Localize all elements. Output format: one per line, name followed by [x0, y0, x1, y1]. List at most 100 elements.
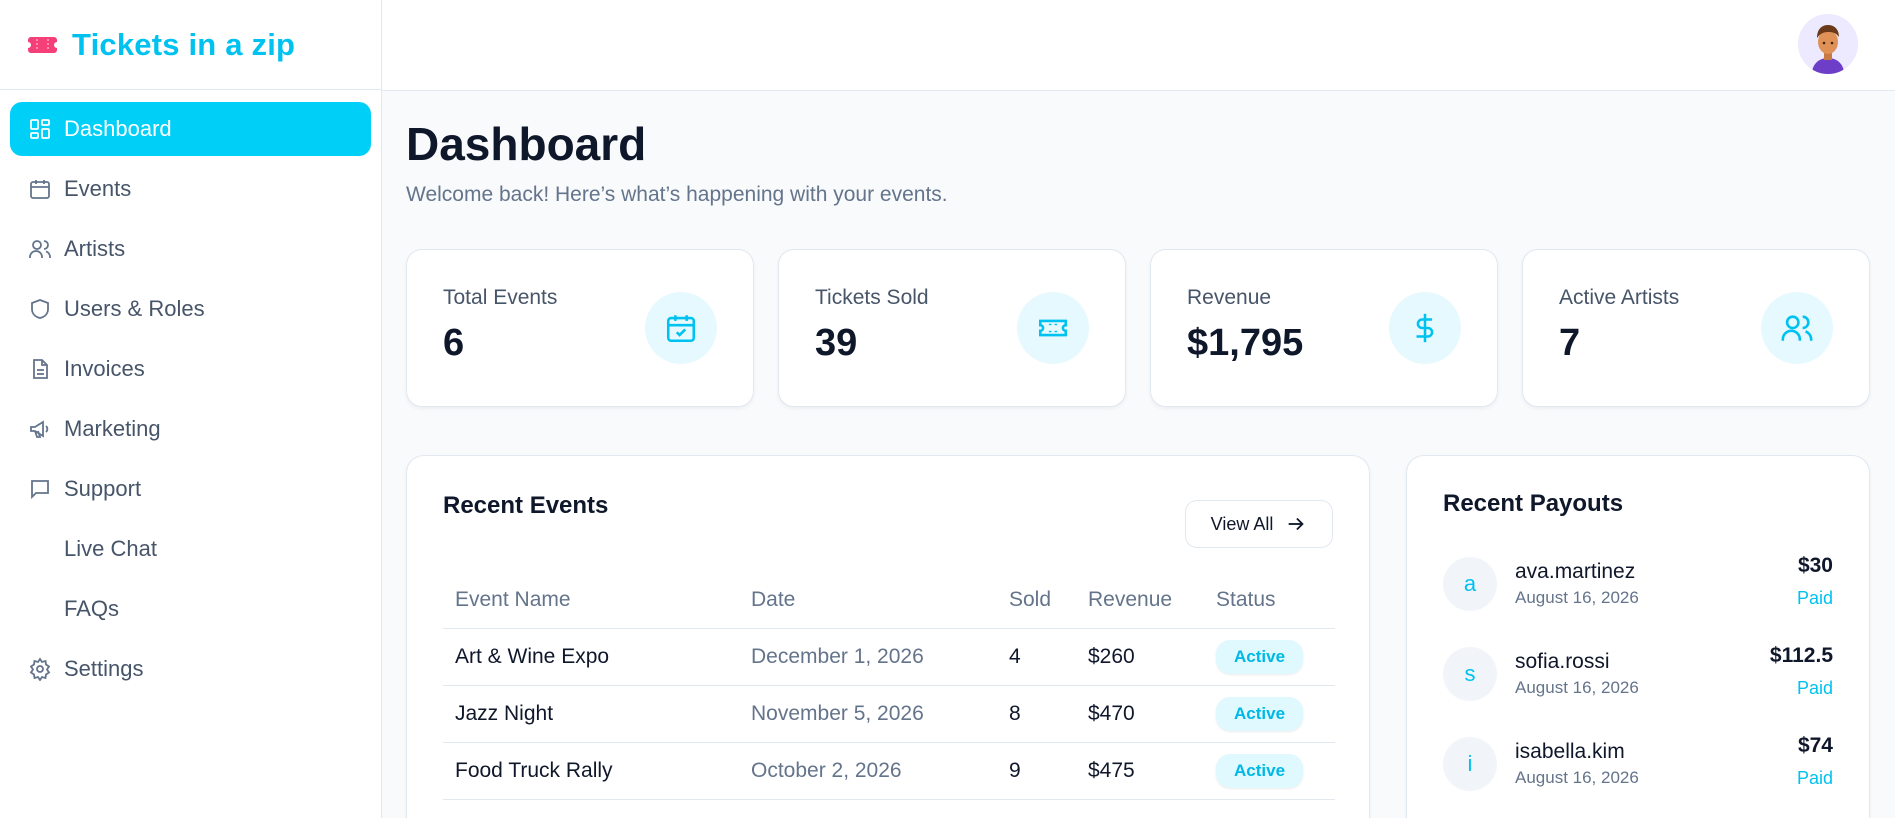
sidebar-item-users-roles[interactable]: Users & Roles — [10, 282, 371, 336]
arrow-right-icon — [1289, 517, 1305, 531]
sidebar-item-faqs[interactable]: FAQs — [10, 582, 371, 636]
sidebar-item-label: Events — [64, 176, 132, 201]
page-title: Dashboard — [406, 118, 647, 170]
event-date: December 1, 2026 — [739, 628, 997, 686]
payout-info: ava.martinez August 16, 2026 — [1515, 560, 1639, 608]
content-row: Recent Events View All Event Name Date S… — [406, 455, 1871, 818]
sidebar-item-settings[interactable]: Settings — [10, 642, 371, 696]
sidebar-item-invoices[interactable]: Invoices — [10, 342, 371, 396]
sidebar-item-artists[interactable]: Artists — [10, 222, 371, 276]
recent-payouts-panel: Recent Payouts a ava.martinez August 16,… — [1406, 455, 1870, 818]
gear-icon — [28, 657, 52, 681]
column-header: Date — [739, 572, 997, 629]
status-badge: Active — [1216, 753, 1304, 788]
event-status-cell: Active — [1204, 628, 1335, 686]
event-name: Food Truck Rally — [443, 742, 739, 800]
column-header: Sold — [997, 572, 1076, 629]
stat-card-revenue: Revenue $1,795 — [1150, 249, 1498, 407]
sidebar-item-label: Invoices — [64, 356, 145, 381]
payout-amount-group: $30 Paid — [1797, 554, 1833, 609]
sidebar-item-label: Users & Roles — [64, 296, 205, 321]
stats-row: Total Events 6 Tickets Sold 39 Revenue $… — [406, 249, 1871, 407]
view-all-label: View All — [1210, 513, 1274, 534]
column-header: Revenue — [1076, 572, 1204, 629]
event-date: October 2, 2026 — [739, 742, 997, 800]
event-sold: 8 — [997, 685, 1076, 743]
sidebar-nav: Dashboard Events Artists Users & Roles I… — [0, 90, 381, 714]
sidebar: Tickets in a zip Dashboard Events Artist… — [0, 0, 382, 818]
sidebar-item-label: FAQs — [64, 596, 120, 621]
shield-icon — [28, 297, 52, 321]
stat-card-total-events: Total Events 6 — [406, 249, 754, 407]
column-header: Event Name — [443, 572, 739, 629]
sidebar-item-label: Live Chat — [64, 536, 157, 561]
payout-status: Paid — [1796, 678, 1833, 698]
table-row[interactable]: Food Truck Rally October 2, 2026 9 $475 … — [443, 742, 1335, 800]
brand[interactable]: Tickets in a zip — [0, 0, 381, 90]
payout-name: isabella.kim — [1515, 740, 1625, 763]
status-badge: Active — [1216, 639, 1304, 674]
calendar-check-icon — [645, 292, 717, 364]
stat-card-tickets-sold: Tickets Sold 39 — [778, 249, 1126, 407]
event-sold: 4 — [997, 628, 1076, 686]
table-row[interactable]: Jazz Night November 5, 2026 8 $470 Activ… — [443, 685, 1335, 743]
stat-card-active-artists: Active Artists 7 — [1522, 249, 1870, 407]
avatar: i — [1443, 737, 1497, 791]
column-header: Status — [1204, 572, 1335, 629]
payout-date: August 16, 2026 — [1515, 678, 1639, 697]
calendar-icon — [28, 177, 52, 201]
payout-info: sofia.rossi August 16, 2026 — [1515, 650, 1639, 698]
event-status-cell: Active — [1204, 685, 1335, 743]
payout-date: August 16, 2026 — [1515, 768, 1639, 787]
payout-item[interactable]: s sofia.rossi August 16, 2026 $112.5 Pai… — [1443, 644, 1833, 704]
payout-item[interactable]: a ava.martinez August 16, 2026 $30 Paid — [1443, 554, 1833, 614]
event-status-cell: Active — [1204, 742, 1335, 800]
sidebar-item-label: Support — [64, 476, 142, 501]
event-name: Art & Wine Expo — [443, 628, 739, 686]
table-row[interactable]: Art & Wine Expo December 1, 2026 4 $260 … — [443, 628, 1335, 686]
view-all-button[interactable]: View All — [1185, 500, 1333, 548]
sidebar-item-live-chat[interactable]: Live Chat — [10, 522, 371, 576]
event-revenue: $260 — [1076, 628, 1204, 686]
payout-item[interactable]: i isabella.kim August 16, 2026 $74 Paid — [1443, 734, 1833, 794]
payout-info: isabella.kim August 16, 2026 — [1515, 740, 1639, 788]
avatar: s — [1443, 647, 1497, 701]
sidebar-item-support[interactable]: Support — [10, 462, 371, 516]
event-date: November 5, 2026 — [739, 685, 997, 743]
users-icon — [28, 237, 52, 261]
ticket-icon — [1017, 292, 1089, 364]
main-content: Dashboard Welcome back! Here’s what’s ha… — [406, 91, 1871, 818]
top-header — [382, 0, 1895, 91]
users-icon — [1761, 292, 1833, 364]
payout-amount: $74 — [1797, 734, 1833, 757]
user-avatar[interactable] — [1798, 14, 1858, 74]
sidebar-item-label: Settings — [64, 656, 144, 681]
payout-amount-group: $74 Paid — [1797, 734, 1833, 789]
ticket-logo-icon — [25, 34, 60, 56]
event-revenue: $470 — [1076, 685, 1204, 743]
brand-name: Tickets in a zip — [72, 26, 296, 62]
event-revenue: $475 — [1076, 742, 1204, 800]
sidebar-item-label: Marketing — [64, 416, 161, 441]
sidebar-item-dashboard[interactable]: Dashboard — [10, 102, 371, 156]
event-sold: 9 — [997, 742, 1076, 800]
recent-events-panel: Recent Events View All Event Name Date S… — [406, 455, 1370, 818]
recent-payouts-title: Recent Payouts — [1443, 490, 1624, 517]
status-badge: Active — [1216, 696, 1304, 731]
payout-name: sofia.rossi — [1515, 650, 1610, 673]
sidebar-item-label: Artists — [64, 236, 126, 261]
document-icon — [28, 357, 52, 381]
megaphone-icon — [28, 417, 52, 441]
payout-amount: $30 — [1797, 554, 1833, 577]
sidebar-item-label: Dashboard — [64, 116, 172, 141]
payout-date: August 16, 2026 — [1515, 588, 1639, 607]
payout-status: Paid — [1796, 768, 1833, 788]
page-subtitle: Welcome back! Here’s what’s happening wi… — [406, 183, 948, 206]
payout-amount-group: $112.5 Paid — [1770, 644, 1833, 699]
dollar-icon — [1389, 292, 1461, 364]
payout-name: ava.martinez — [1515, 560, 1636, 583]
dashboard-icon — [28, 117, 52, 141]
payout-status: Paid — [1796, 588, 1833, 608]
sidebar-item-events[interactable]: Events — [10, 162, 371, 216]
sidebar-item-marketing[interactable]: Marketing — [10, 402, 371, 456]
